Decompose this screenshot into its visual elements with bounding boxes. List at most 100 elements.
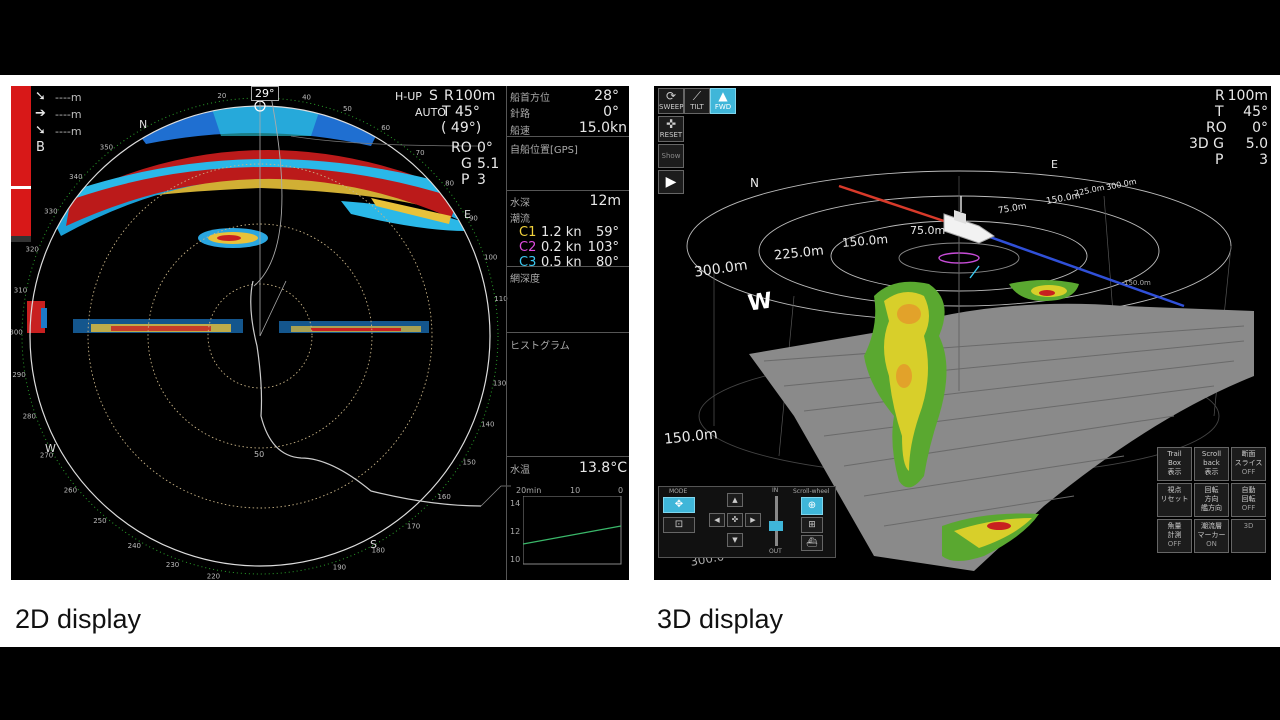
sonar-2d-display[interactable]: 2030405060708090100110130140150160170180… — [11, 86, 629, 580]
bearing-tick-label: 230 — [166, 561, 179, 569]
tilt-icon: ⟋ — [692, 89, 702, 103]
graph-y-label-2: 12 — [510, 527, 521, 536]
tilt-paren: ( 49°) — [441, 120, 482, 136]
function-button-state: OFF — [1241, 468, 1256, 476]
bearing-tick-label: 140 — [481, 420, 494, 428]
bearing-tick-label: 240 — [128, 542, 141, 550]
speed-label: 船速 — [510, 126, 530, 137]
compass-s: S — [370, 538, 377, 551]
current-direction: 80° — [595, 255, 619, 270]
bearing-tick-label: 130 — [493, 380, 506, 388]
depth-value: 12m — [589, 193, 621, 209]
mode-label-3d: MODE — [669, 488, 688, 495]
fit-view-icon[interactable]: ⊞ — [801, 517, 823, 533]
function-button-label: Trail Box 表示 — [1167, 450, 1182, 476]
mode-zoom-icon[interactable]: ⊡ — [663, 517, 695, 533]
current-name: C2 — [519, 240, 537, 255]
function-button[interactable]: 回転 方向 艦方向 — [1194, 483, 1229, 517]
bearing-tick-label: 150 — [462, 459, 475, 467]
bearing-tick-label: 190 — [333, 564, 346, 572]
zoom-slider-handle[interactable] — [769, 521, 783, 531]
magnify-icon[interactable]: ⊕ — [801, 497, 823, 515]
ship-track — [250, 280, 482, 507]
echo-band — [51, 106, 471, 333]
range-value: 100m — [455, 88, 496, 104]
bearing-tick-label: 280 — [23, 412, 36, 420]
p-label-3d: P — [1215, 152, 1224, 168]
r-label: R — [444, 88, 454, 104]
course-label: 針路 — [510, 109, 530, 120]
water-temp-graph — [523, 496, 622, 565]
bearing-tick-label: 320 — [26, 246, 39, 254]
water-temp-label: 水温 — [510, 465, 530, 476]
t-label: T — [442, 104, 451, 120]
fwd-button[interactable]: ▲ FWD — [710, 88, 736, 114]
bearing-tick-label: 80 — [445, 179, 454, 187]
function-button[interactable]: 潮流層 マーカー ON — [1194, 519, 1229, 553]
fwd-label: FWD — [714, 103, 732, 111]
ro-label: RO — [451, 140, 472, 156]
function-button-label: 視点 リセット — [1160, 486, 1189, 503]
current-speed: 0.2 kn — [541, 240, 582, 255]
marker-value-2: ----m — [55, 108, 82, 121]
zoom-out-label: OUT — [769, 548, 782, 555]
ro-label-3d: RO — [1206, 120, 1227, 136]
center-crosshair-icon[interactable]: ✜ — [727, 513, 743, 527]
function-button[interactable]: 魚量 計測 OFF — [1157, 519, 1192, 553]
bearing-tick-label: 160 — [437, 493, 450, 501]
bearing-tick-label: 20 — [217, 92, 226, 100]
scroll-wheel-label: Scroll-wheel — [793, 488, 830, 495]
mode-label: H-UP — [395, 90, 422, 103]
dist-label-10: 150.0m — [1124, 279, 1151, 287]
range-value-3d: 100m — [1227, 88, 1268, 104]
net-depth-label: 網深度 — [510, 274, 540, 285]
show-button[interactable]: Show — [658, 144, 684, 168]
sweep-label: SWEEP — [659, 103, 684, 111]
sweep-button[interactable]: ⟳ SWEEP — [658, 88, 684, 114]
bearing-tick-label: 330 — [44, 207, 57, 215]
water-temp-value: 13.8°C — [579, 460, 627, 476]
function-button[interactable]: Scroll back 表示 — [1194, 447, 1229, 481]
marker-arrow-icon-3: ➘ — [35, 123, 46, 138]
bearing-tick-label: 220 — [207, 573, 220, 580]
sonar-3d-display[interactable]: 300.0m 225.0m 150.0m 75.0m 75.0m 150.0m … — [654, 86, 1271, 580]
play-icon[interactable]: ▶ — [658, 170, 684, 194]
s-label: S — [429, 88, 438, 104]
ship-view-icon[interactable]: ⛴ — [801, 535, 823, 551]
function-button[interactable]: 3D — [1231, 519, 1266, 553]
current-direction: 103° — [587, 240, 619, 255]
bearing-tick-label: 70 — [416, 149, 425, 157]
compass-n-3d: N — [750, 176, 759, 190]
bearing-tick-label: 290 — [12, 371, 25, 379]
current-direction: 59° — [595, 225, 619, 240]
bearing-tick-label: 340 — [69, 173, 82, 181]
bearing-top: 29° — [251, 86, 279, 101]
left-arrow-icon[interactable]: ◀ — [709, 513, 725, 527]
reset-button[interactable]: ✜ RESET — [658, 116, 684, 142]
heading-axis — [838, 184, 960, 228]
function-button[interactable]: Trail Box 表示 — [1157, 447, 1192, 481]
dist-label-4: 75.0m — [910, 224, 946, 237]
function-button[interactable]: 視点 リセット — [1157, 483, 1192, 517]
function-button-label: 魚量 計測 — [1167, 522, 1182, 539]
gain-value-3d: 5.0 — [1245, 136, 1268, 152]
up-arrow-icon[interactable]: ▲ — [727, 493, 743, 507]
tilt-button[interactable]: ⟋ TILT — [684, 88, 710, 114]
function-button-label: 潮流層 マーカー — [1197, 522, 1226, 539]
mode-move-icon[interactable]: ✥ — [663, 497, 695, 513]
function-button-label: 断面 スライス — [1234, 450, 1263, 467]
crosshair-icon: ✜ — [665, 117, 677, 131]
compass-w-3d: W — [746, 288, 774, 317]
right-arrow-icon[interactable]: ▶ — [745, 513, 761, 527]
zoom-in-label: IN — [772, 487, 779, 494]
g-label-3d: 3D G — [1189, 136, 1224, 152]
tilt-label: TILT — [690, 103, 704, 111]
function-button[interactable]: 自動 回転 OFF — [1231, 483, 1266, 517]
graph-x-label-2: 10 — [570, 486, 581, 495]
function-button[interactable]: 断面 スライス OFF — [1231, 447, 1266, 481]
compass-e: E — [464, 208, 471, 221]
marker-b: B — [36, 140, 45, 155]
r-label-3d: R — [1215, 88, 1225, 104]
down-arrow-icon[interactable]: ▼ — [727, 533, 743, 547]
graph-x-label-1: 20min — [516, 486, 542, 495]
